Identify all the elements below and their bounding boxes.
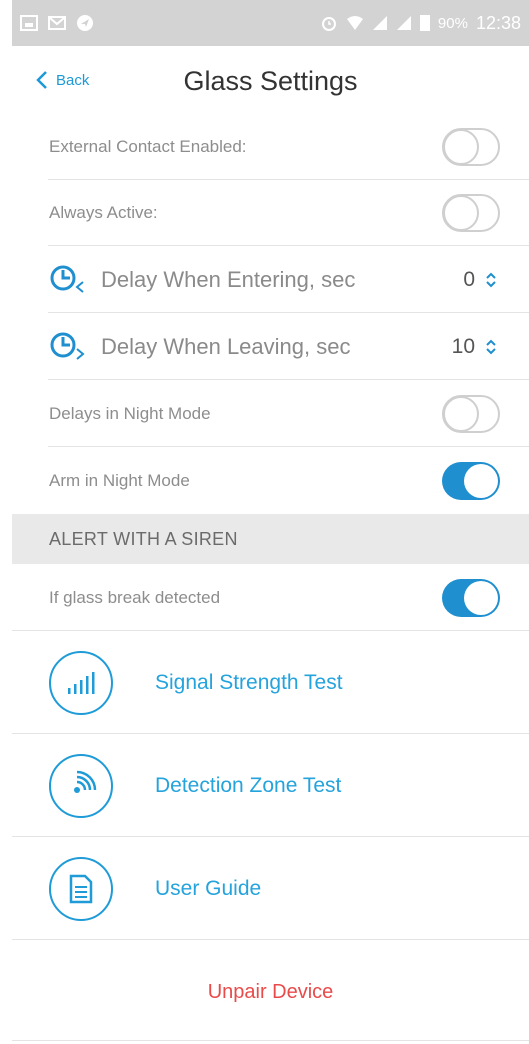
- up-down-arrows-icon: [486, 339, 496, 354]
- setting-label: If glass break detected: [49, 587, 221, 607]
- setting-label: Always Active:: [49, 203, 158, 222]
- system-status: 90% 12:38: [320, 13, 529, 34]
- signal-strength-icon: [49, 650, 113, 715]
- delay-leaving-stepper[interactable]: 10: [452, 335, 497, 359]
- setting-delay-leaving[interactable]: Delay When Leaving, sec 10: [12, 313, 529, 380]
- stepper-value: 0: [463, 267, 475, 291]
- action-label: Signal Strength Test: [155, 670, 343, 694]
- stepper-value: 10: [451, 334, 475, 358]
- setting-delays-night-mode: Delays in Night Mode: [12, 380, 529, 447]
- clock-entering-icon: [50, 265, 84, 293]
- detection-zone-test-item[interactable]: Detection Zone Test: [12, 734, 529, 837]
- detection-zone-icon: [49, 753, 113, 818]
- action-label: Detection Zone Test: [155, 773, 342, 797]
- setting-arm-night-mode: Arm in Night Mode: [12, 447, 529, 514]
- up-down-arrows-icon: [486, 272, 496, 287]
- document-icon: [69, 874, 93, 903]
- setting-label: Delay When Leaving, sec: [101, 333, 351, 359]
- arm-night-mode-toggle[interactable]: [442, 461, 500, 500]
- signal-icon: [372, 16, 387, 30]
- glass-break-toggle[interactable]: [442, 578, 500, 617]
- battery-icon: [419, 15, 430, 31]
- external-contact-toggle[interactable]: [442, 128, 500, 166]
- unpair-label: Unpair Device: [207, 980, 334, 1003]
- signal-icon-2: [396, 16, 411, 30]
- page-title: Glass Settings: [183, 66, 358, 96]
- action-label: User Guide: [155, 876, 262, 900]
- user-guide-icon: [49, 856, 113, 921]
- setting-always-active: Always Active:: [12, 180, 529, 246]
- nav-bar: Back Glass Settings: [12, 46, 529, 116]
- navigation-icon: [77, 15, 93, 31]
- toggle-knob: [464, 580, 498, 615]
- toggle-knob: [443, 129, 479, 165]
- delay-entering-stepper[interactable]: 0: [463, 268, 497, 292]
- setting-label: Delay When Entering, sec: [101, 266, 356, 292]
- toggle-knob: [443, 195, 479, 231]
- clock-leaving-icon: [50, 332, 85, 360]
- clock-time: 12:38: [475, 12, 521, 33]
- section-header: ALERT WITH A SIREN: [12, 514, 529, 564]
- signal-bars-icon: [68, 671, 95, 694]
- toggle-knob: [464, 463, 498, 498]
- divider: [12, 1040, 529, 1041]
- section-title: ALERT WITH A SIREN: [49, 528, 238, 549]
- setting-delay-entering[interactable]: Delay When Entering, sec 0: [12, 246, 529, 313]
- toggle-knob: [443, 395, 479, 432]
- gmail-icon: [48, 16, 66, 30]
- image-icon: [20, 15, 38, 31]
- notification-icons: [12, 14, 94, 32]
- wifi-icon: [346, 16, 363, 30]
- app-screen: 90% 12:38 Back Glass Settings External C…: [0, 0, 529, 1044]
- signal-strength-test-item[interactable]: Signal Strength Test: [12, 631, 529, 734]
- always-active-toggle[interactable]: [442, 194, 500, 232]
- setting-label: Arm in Night Mode: [49, 470, 190, 490]
- delays-night-mode-toggle[interactable]: [442, 394, 500, 433]
- battery-percentage: 90%: [437, 14, 468, 32]
- status-bar: 90% 12:38: [12, 0, 529, 46]
- setting-external-contact: External Contact Enabled:: [12, 114, 529, 180]
- alarm-clock-icon: [321, 17, 336, 31]
- unpair-device-button[interactable]: Unpair Device: [12, 940, 529, 1044]
- setting-glass-break: If glass break detected: [12, 564, 529, 631]
- radar-waves-icon: [74, 770, 97, 793]
- setting-label: Delays in Night Mode: [49, 403, 211, 423]
- setting-label: External Contact Enabled:: [49, 137, 247, 156]
- user-guide-item[interactable]: User Guide: [12, 837, 529, 940]
